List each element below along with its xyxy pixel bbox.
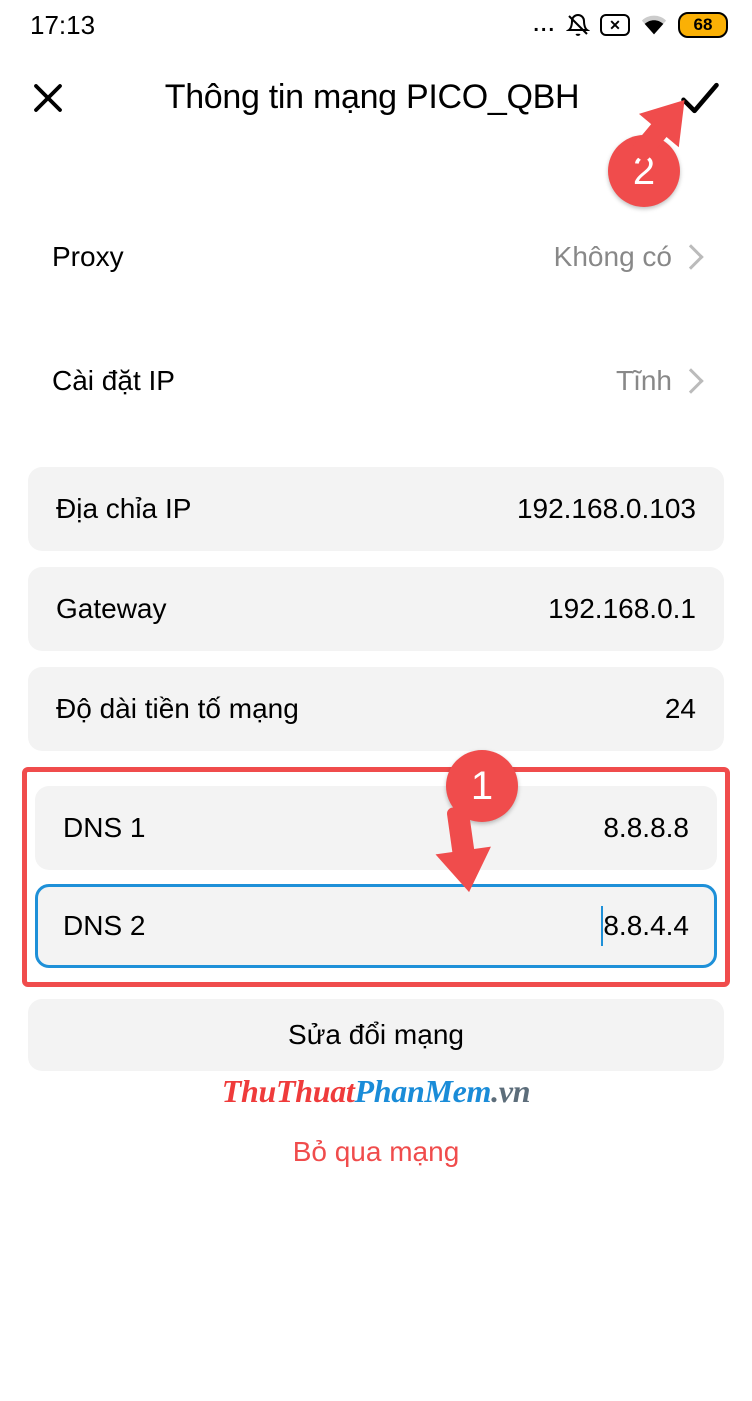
ip-settings-value: Tĩnh (616, 365, 672, 397)
chevron-right-icon (678, 368, 703, 393)
forget-network-button[interactable]: Bỏ qua mạng (28, 1116, 724, 1188)
battery-icon: 68 (678, 12, 728, 38)
dns1-value: 8.8.8.8 (603, 812, 689, 844)
gateway-field[interactable]: Gateway 192.168.0.1 (28, 567, 724, 651)
text-cursor (601, 906, 603, 946)
ip-address-value: 192.168.0.103 (517, 493, 696, 525)
ip-address-field[interactable]: Địa chỉa IP 192.168.0.103 (28, 467, 724, 551)
wifi-icon (640, 14, 668, 36)
status-bar: 17:13 ... ✕ 68 (0, 0, 752, 50)
proxy-label: Proxy (52, 241, 124, 273)
more-dots-icon: ... (533, 14, 556, 37)
dns-highlight-box: DNS 1 8.8.8.8 DNS 2 8.8.4.4 (22, 767, 730, 987)
dns2-value: 8.8.4.4 (603, 910, 689, 942)
dns1-label: DNS 1 (63, 812, 145, 844)
gateway-label: Gateway (56, 593, 167, 625)
proxy-value: Không có (554, 241, 672, 273)
vowifi-icon: ✕ (600, 14, 630, 36)
close-icon[interactable] (30, 80, 66, 116)
bell-mute-icon (566, 13, 590, 37)
dns2-label: DNS 2 (63, 910, 145, 942)
dns1-field[interactable]: DNS 1 8.8.8.8 (35, 786, 717, 870)
page-title: Thông tin mạng PICO_QBH (86, 78, 658, 117)
ip-address-label: Địa chỉa IP (56, 493, 191, 525)
prefix-length-field[interactable]: Độ dài tiền tố mạng 24 (28, 667, 724, 751)
ip-settings-row[interactable]: Cài đặt IP Tĩnh (16, 339, 736, 423)
modify-network-button[interactable]: Sửa đổi mạng (28, 999, 724, 1071)
watermark: ThuThuatPhanMem.vn (16, 1073, 736, 1110)
prefix-length-label: Độ dài tiền tố mạng (56, 693, 299, 725)
status-icons: ... ✕ 68 (533, 12, 728, 38)
header: Thông tin mạng PICO_QBH (0, 50, 752, 145)
chevron-right-icon (678, 244, 703, 269)
gateway-value: 192.168.0.1 (548, 593, 696, 625)
prefix-length-value: 24 (665, 693, 696, 725)
content: Proxy Không có Cài đặt IP Tĩnh Địa chỉa … (0, 215, 752, 1188)
dns2-field[interactable]: DNS 2 8.8.4.4 (35, 884, 717, 968)
proxy-row[interactable]: Proxy Không có (16, 215, 736, 299)
ip-settings-label: Cài đặt IP (52, 365, 175, 397)
clock: 17:13 (30, 10, 95, 41)
